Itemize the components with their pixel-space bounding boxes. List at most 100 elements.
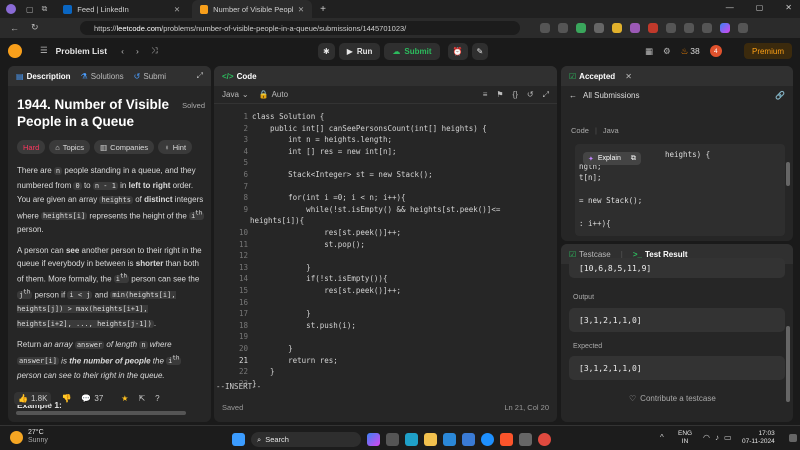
back-icon[interactable]: ← (10, 23, 19, 33)
leetcode-logo-icon[interactable] (8, 44, 22, 58)
wifi-icon[interactable]: ◠ (703, 433, 710, 442)
url-field[interactable]: https://leetcode.com/problems/number-of-… (80, 21, 520, 35)
close-window-icon[interactable]: ✕ (785, 3, 792, 12)
problem-list-icon[interactable]: ☰ (40, 45, 48, 56)
minimize-icon[interactable]: — (726, 3, 734, 12)
like-button[interactable]: 👍 1.8K (14, 392, 52, 405)
all-submissions-link[interactable]: All Submissions (583, 91, 639, 100)
format-icon[interactable]: ≡ (483, 90, 488, 99)
back-arrow-icon[interactable]: ← (569, 91, 577, 100)
tab-solutions[interactable]: ⚗ Solutions (81, 72, 124, 81)
comments-button[interactable]: 💬 37 (81, 394, 103, 403)
companies-button[interactable]: ▥ Companies (94, 140, 155, 154)
close-icon[interactable]: ✕ (625, 72, 632, 81)
code-line: int [] res = new int[n]; (252, 146, 397, 156)
tab-description[interactable]: ▤ Description (16, 72, 71, 81)
output-value-box: [3,1,2,1,1,0] (569, 308, 785, 332)
settings-icon[interactable] (519, 433, 532, 446)
share-icon[interactable]: ⇱ (138, 394, 145, 403)
reset-icon[interactable]: ↺ (527, 90, 534, 99)
battery-icon[interactable]: ▭ (724, 433, 732, 442)
prev-problem-icon[interactable]: ‹ (121, 46, 124, 56)
tab-linkedin[interactable]: Feed | LinkedIn ✕ (55, 0, 188, 18)
tab-submissions[interactable]: ↺ Submi (134, 72, 166, 81)
language-indicator[interactable]: ENG IN (678, 430, 692, 446)
edge-browser-icon[interactable] (405, 433, 418, 446)
close-icon[interactable]: ✕ (174, 5, 180, 14)
testresult-scrollbar[interactable] (786, 326, 790, 402)
new-tab-icon[interactable]: + (320, 4, 326, 15)
leetcode-icon (200, 4, 209, 14)
code-label: Code (571, 126, 589, 135)
volume-icon[interactable]: ♪ (715, 433, 719, 442)
help-app-icon[interactable] (462, 433, 475, 446)
collections-icon[interactable] (702, 23, 712, 33)
chrome-icon[interactable] (538, 433, 551, 446)
expand-icon[interactable]: ⤢ (197, 71, 203, 81)
notification-badge[interactable]: 4 (709, 45, 722, 57)
language-select[interactable]: Java ⌄ (222, 90, 249, 99)
windows-start-icon[interactable] (232, 433, 245, 446)
run-button[interactable]: ▶ Run (338, 43, 381, 60)
favorites-icon[interactable] (684, 23, 694, 33)
snippet-line (579, 207, 781, 219)
shuffle-icon[interactable]: ⤨ (151, 45, 158, 56)
favorite-star-icon[interactable] (558, 23, 568, 33)
file-explorer-icon[interactable] (424, 433, 437, 446)
contribute-testcase-button[interactable]: ♡ Contribute a testcase (629, 394, 716, 403)
profile-icon[interactable] (6, 4, 16, 14)
star-icon[interactable]: ★ (121, 394, 128, 403)
maximize-icon[interactable]: ▢ (756, 3, 764, 12)
split-screen-icon[interactable] (666, 23, 676, 33)
cortana-icon[interactable] (481, 433, 494, 446)
accepted-scrollbar[interactable] (786, 162, 790, 186)
help-icon[interactable]: ? (155, 394, 159, 403)
workspaces-icon[interactable]: ▢ (26, 5, 34, 14)
layout-icon[interactable]: ▦ (645, 46, 653, 57)
tab-leetcode[interactable]: Number of Visible People in a Qu ✕ (192, 0, 313, 18)
explain-button[interactable]: ✦ Explain ⧉ (583, 152, 641, 165)
extension-yellow-icon[interactable] (612, 23, 622, 33)
clock[interactable]: 17:03 07-11-2024 (742, 430, 775, 446)
more-icon[interactable] (738, 23, 748, 33)
timer-button[interactable]: ⏰ (447, 43, 468, 60)
fullscreen-icon[interactable]: ⤢ (543, 90, 549, 100)
submit-label: Submit (404, 47, 432, 56)
notes-button[interactable]: ✎ (471, 43, 489, 60)
premium-button[interactable]: Premium (744, 43, 792, 59)
link-icon[interactable]: 🔗 (775, 91, 785, 100)
streak-count[interactable]: 38 (690, 46, 699, 56)
tray-chevron-icon[interactable]: ^ (660, 433, 664, 442)
photos-icon[interactable] (443, 433, 456, 446)
refresh-icon[interactable]: ↻ (31, 22, 39, 33)
read-aloud-icon[interactable] (540, 23, 550, 33)
debug-button[interactable]: ✱ (318, 43, 335, 60)
description-scrollbar[interactable] (16, 411, 186, 415)
description-panel: ▤ Description ⚗ Solutions ↺ Submi ⤢ 1944. N… (8, 66, 211, 422)
settings-gear-icon[interactable]: ⚙ (663, 46, 671, 57)
code-editor[interactable]: 1 class Solution {2 public int[] canSeePe… (214, 108, 557, 388)
next-problem-icon[interactable]: › (136, 46, 139, 56)
bookmark-icon[interactable]: ⚑ (496, 90, 503, 99)
topics-button[interactable]: ⌂ Topics (49, 140, 91, 154)
extension-purple-icon[interactable] (630, 23, 640, 33)
brave-icon[interactable] (500, 433, 513, 446)
notifications-icon[interactable] (789, 434, 797, 442)
dislike-button[interactable]: 👎 (61, 394, 71, 403)
extension-green-icon[interactable] (576, 23, 586, 33)
submit-button[interactable]: ☁ Submit (384, 43, 440, 60)
tab-actions-icon[interactable]: ⧉ (42, 4, 48, 14)
braces-icon[interactable]: {} (513, 90, 518, 99)
problem-list-link[interactable]: Problem List (56, 46, 107, 56)
extension-gray-icon[interactable] (594, 23, 604, 33)
copilot-taskbar-icon[interactable] (367, 433, 380, 446)
taskbar-search[interactable]: ⌕ Search (251, 432, 361, 447)
copilot-icon[interactable] (720, 23, 730, 33)
auto-toggle[interactable]: 🔒 Auto (259, 90, 288, 99)
task-view-icon[interactable] (386, 433, 399, 446)
hint-button[interactable]: ♀ Hint (158, 140, 193, 154)
note-icon: ✎ (476, 47, 484, 56)
close-icon[interactable]: ✕ (298, 5, 304, 14)
weather-widget[interactable]: 27°C Sunny (10, 429, 48, 445)
extension-red-icon[interactable] (648, 23, 658, 33)
